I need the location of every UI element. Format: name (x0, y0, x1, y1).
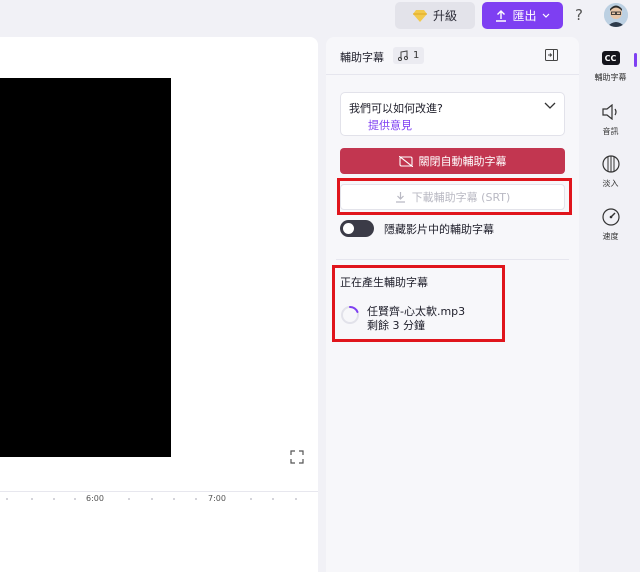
ruler-label: 6:00 (86, 494, 104, 503)
feedback-card[interactable]: 我們可以如何改進? 提供意見 (340, 92, 565, 136)
rail-item-fade[interactable]: 淡入 (581, 154, 640, 202)
disable-auto-captions-label: 關閉自動輔助字幕 (418, 155, 507, 168)
feedback-question: 我們可以如何改進? (349, 102, 443, 115)
ruler-tick (6, 498, 8, 500)
track-count: 1 (413, 50, 420, 61)
ruler-tick (173, 498, 175, 500)
chevron-down-icon (542, 13, 549, 18)
ruler-tick (195, 498, 197, 500)
hide-captions-toggle[interactable] (340, 220, 374, 237)
panel-title: 輔助字幕 (340, 51, 384, 64)
panel-header: 輔助字幕 1 (326, 37, 579, 75)
ruler-tick (250, 498, 252, 500)
rail-item-label: 音訊 (602, 127, 619, 136)
ruler-tick (295, 498, 297, 500)
video-preview-panel (0, 37, 318, 572)
avatar[interactable] (604, 3, 628, 27)
cc-icon: CC (601, 51, 620, 65)
timeline-divider (0, 491, 318, 492)
rail-item-captions[interactable]: CC 輔助字幕 (581, 48, 640, 96)
help-icon[interactable]: ? (572, 6, 586, 24)
fullscreen-icon[interactable] (290, 450, 304, 464)
user-avatar-icon (604, 3, 628, 27)
fade-icon (601, 155, 620, 173)
active-indicator (634, 53, 637, 67)
rail-item-label: 淡入 (602, 179, 619, 188)
ruler-tick (31, 498, 33, 500)
music-note-icon (398, 50, 408, 61)
diamond-icon (412, 9, 427, 22)
rail-item-speed[interactable]: 速度 (581, 207, 640, 255)
upgrade-button[interactable]: 升級 (395, 2, 475, 29)
feedback-link[interactable]: 提供意見 (368, 117, 412, 133)
section-divider (336, 259, 569, 260)
highlight-box-download (337, 178, 572, 215)
speed-icon (601, 208, 620, 226)
video-canvas[interactable] (0, 78, 171, 457)
hide-captions-label: 隱藏影片中的輔助字幕 (384, 223, 494, 236)
speaker-icon (601, 104, 617, 120)
upload-icon (496, 9, 507, 22)
ruler-tick (53, 498, 55, 500)
toggle-knob (343, 223, 354, 234)
captions-off-icon (398, 155, 413, 167)
export-button[interactable]: 匯出 (482, 2, 563, 29)
track-badge[interactable]: 1 (393, 47, 425, 64)
upgrade-label: 升級 (432, 9, 457, 23)
export-label: 匯出 (512, 9, 537, 23)
rail-item-label: 速度 (602, 232, 619, 241)
collapse-panel-icon[interactable] (545, 49, 558, 61)
ruler-tick (74, 498, 76, 500)
rail-item-label: 輔助字幕 (594, 73, 627, 82)
highlight-box-generating (332, 265, 505, 342)
ruler-tick (151, 498, 153, 500)
top-bar: 升級 匯出 ? (0, 0, 640, 32)
disable-auto-captions-button[interactable]: 關閉自動輔助字幕 (340, 148, 565, 174)
ruler-label: 7:00 (208, 494, 226, 503)
captions-panel: 輔助字幕 1 我們可以如何改進? 提供意見 關閉自動輔助字幕 下載輔助字幕 (S… (326, 37, 579, 572)
chevron-down-icon[interactable] (544, 102, 556, 110)
rail-item-audio[interactable]: 音訊 (581, 102, 640, 150)
ruler-tick (272, 498, 274, 500)
right-tool-rail: CC 輔助字幕 音訊 淡入 速度 (581, 37, 640, 572)
ruler-tick (128, 498, 130, 500)
